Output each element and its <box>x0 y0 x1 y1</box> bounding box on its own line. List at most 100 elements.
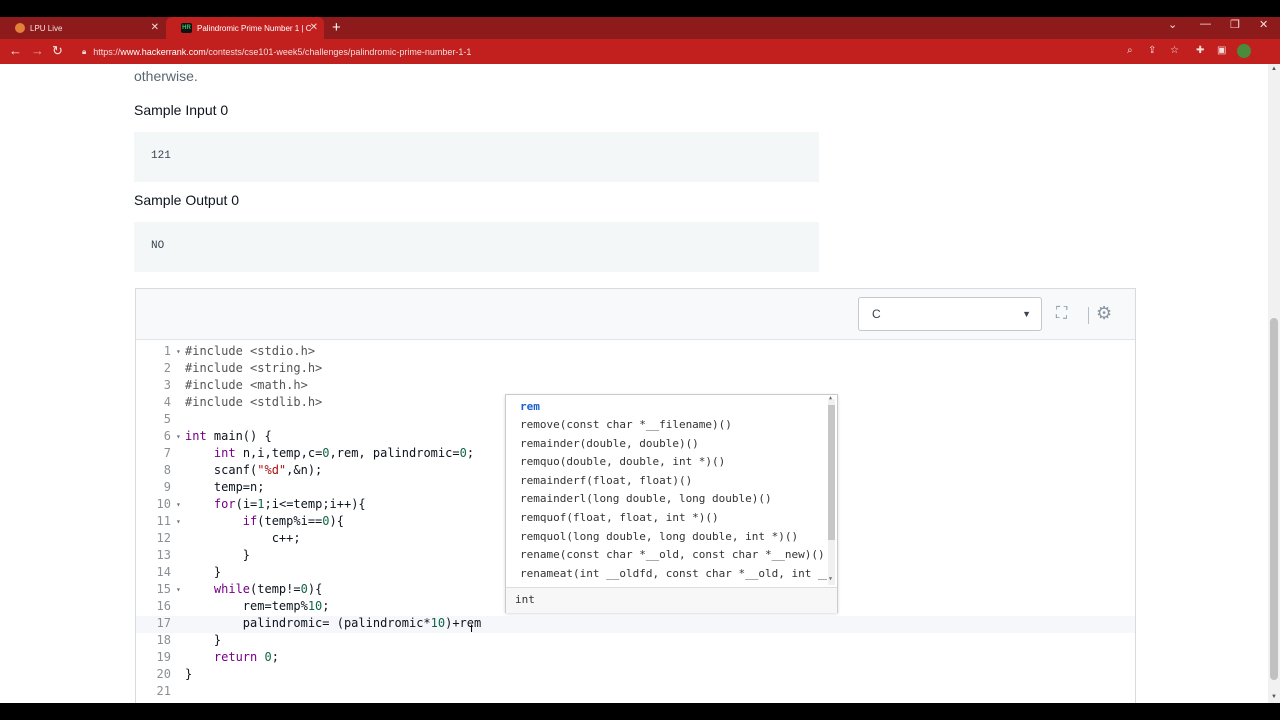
reload-icon[interactable]: ↻ <box>52 43 63 59</box>
code-text: c++; <box>185 531 301 545</box>
line-number: 20 <box>156 667 171 681</box>
tab-lpu-live[interactable]: LPU Live ✕ <box>0 17 165 39</box>
scroll-up-arrow-icon[interactable]: ▲ <box>1271 66 1277 72</box>
autocomplete-item[interactable]: remove(const char *__filename)() <box>520 416 732 434</box>
code-text: } <box>185 548 251 562</box>
code-text: } <box>185 633 222 647</box>
code-line: 19 return 0; <box>136 650 1135 667</box>
tab-palindromic-prime[interactable]: HR Palindromic Prime Number 1 | C ✕ <box>166 17 324 39</box>
toolbar-divider <box>1088 307 1089 324</box>
new-tab-icon[interactable]: + <box>332 19 341 36</box>
line-number: 15 <box>156 582 171 596</box>
fold-arrow-icon[interactable]: ▾ <box>176 347 181 356</box>
profile-avatar[interactable] <box>1237 44 1251 58</box>
sample-input-heading: Sample Input 0 <box>134 102 229 118</box>
line-number: 8 <box>163 463 171 477</box>
line-number: 1 <box>163 344 171 358</box>
url-scheme: https:// <box>93 46 121 57</box>
autocomplete-item[interactable]: remainderl(long double, long double)() <box>520 490 772 508</box>
code-text: palindromic= (palindromic*10)+rem <box>185 616 482 630</box>
line-number: 3 <box>163 378 171 392</box>
line-number: 10 <box>156 497 171 511</box>
back-icon[interactable]: ← <box>9 43 22 58</box>
window-close-icon[interactable]: ✕ <box>1259 18 1268 31</box>
lpu-favicon-icon <box>15 23 25 33</box>
browser-tab-strip: LPU Live ✕ HR Palindromic Prime Number 1… <box>0 17 1280 39</box>
autocomplete-item-selected[interactable]: rem <box>520 398 540 416</box>
tab-search-icon[interactable]: ⌄ <box>1168 18 1177 31</box>
autocomplete-item[interactable]: remquof(float, float, int *)() <box>520 509 719 527</box>
editor-toolbar: C ▼ ⛶ ⚙ <box>136 289 1135 340</box>
screen-bezel-bottom <box>0 703 1280 720</box>
hackerrank-favicon-icon: HR <box>181 23 192 33</box>
line-number: 14 <box>156 565 171 579</box>
code-text: #include <stdlib.h> <box>185 395 323 409</box>
zoom-icon[interactable]: ⌕ <box>1127 45 1133 56</box>
code-line: 20} <box>136 667 1135 684</box>
code-text: if(temp%i==0){ <box>242 514 344 528</box>
line-number: 12 <box>156 531 171 545</box>
fold-arrow-icon[interactable]: ▾ <box>176 585 181 594</box>
share-icon[interactable]: ⇪ <box>1148 45 1156 56</box>
code-line-active: 17 palindromic= (palindromic*10)+rem <box>136 616 1135 633</box>
line-number: 16 <box>156 599 171 613</box>
sample-output-box: NO <box>134 222 819 272</box>
code-text: rem=temp%10; <box>185 599 330 613</box>
autocomplete-item[interactable]: renameat(int __oldfd, const char *__old,… <box>520 565 827 583</box>
chevron-down-icon: ▼ <box>1022 309 1031 319</box>
autocomplete-item[interactable]: remquol(long double, long double, int *)… <box>520 528 798 546</box>
autocomplete-detail: int <box>506 587 837 613</box>
page-scroll-thumb[interactable] <box>1270 318 1278 680</box>
code-text: #include <stdio.h> <box>185 344 316 358</box>
code-text: #include <math.h> <box>185 378 308 392</box>
line-number: 5 <box>163 412 171 426</box>
browser-toolbar: ← → ↻ 🔒︎ https://www.hackerrank.com/cont… <box>0 39 1280 64</box>
url-host: www.hackerrank.com <box>120 46 206 57</box>
line-number: 19 <box>156 650 171 664</box>
autocomplete-item[interactable]: remainderf(float, float)() <box>520 472 692 490</box>
code-text: temp=n; <box>185 480 265 494</box>
bookmark-star-icon[interactable]: ☆ <box>1170 45 1179 56</box>
fullscreen-icon[interactable]: ⛶ <box>1056 305 1067 323</box>
autocomplete-item[interactable]: remainder(double, double)() <box>520 435 699 453</box>
autocomplete-list: rem remove(const char *__filename)() rem… <box>506 395 827 585</box>
sample-output-heading: Sample Output 0 <box>134 192 240 208</box>
line-number: 9 <box>163 480 171 494</box>
tab-close-icon[interactable]: ✕ <box>151 22 159 33</box>
line-number: 18 <box>156 633 171 647</box>
language-select[interactable]: C ▼ <box>858 297 1042 331</box>
tab-close-icon[interactable]: ✕ <box>310 22 318 33</box>
line-number: 6 <box>163 429 171 443</box>
extensions-icon[interactable]: ✚ <box>1196 45 1204 56</box>
forward-icon[interactable]: → <box>31 43 44 58</box>
line-number: 4 <box>163 395 171 409</box>
fold-arrow-icon[interactable]: ▾ <box>176 500 181 509</box>
line-number: 7 <box>163 446 171 460</box>
autocomplete-item[interactable]: rename(const char *__old, const char *__… <box>520 546 825 564</box>
tab-title: LPU Live <box>30 23 63 33</box>
code-text: for(i=1;i<=temp;i++){ <box>213 497 366 511</box>
line-number: 11 <box>156 514 171 528</box>
fold-arrow-icon[interactable]: ▾ <box>176 432 181 441</box>
scroll-down-arrow-icon[interactable]: ▼ <box>829 576 832 582</box>
code-text: while(temp!=0){ <box>213 582 323 596</box>
url-path: /contests/cse101-week5/challenges/palind… <box>205 46 472 57</box>
scroll-up-arrow-icon[interactable]: ▲ <box>829 395 832 401</box>
line-number: 21 <box>156 684 171 698</box>
restore-icon[interactable]: ❐ <box>1230 18 1240 31</box>
code-line: 18 } <box>136 633 1135 650</box>
code-text: return 0; <box>213 650 279 664</box>
address-bar[interactable]: 🔒︎ https://www.hackerrank.com/contests/c… <box>78 42 1148 61</box>
minimize-icon[interactable]: — <box>1200 18 1211 30</box>
code-text: int main() { <box>185 429 272 443</box>
gear-icon[interactable]: ⚙ <box>1096 303 1112 324</box>
side-panel-icon[interactable]: ▣ <box>1217 45 1226 56</box>
scroll-down-arrow-icon[interactable]: ▼ <box>1271 694 1277 700</box>
fold-arrow-icon[interactable]: ▾ <box>176 517 181 526</box>
autocomplete-item[interactable]: remquo(double, double, int *)() <box>520 453 725 471</box>
autocomplete-scroll-thumb[interactable] <box>828 405 835 540</box>
language-value: C <box>872 307 881 321</box>
code-line: 3 #include <math.h> <box>136 378 1135 395</box>
code-text: #include <string.h> <box>185 361 323 375</box>
code-text: } <box>185 667 193 681</box>
